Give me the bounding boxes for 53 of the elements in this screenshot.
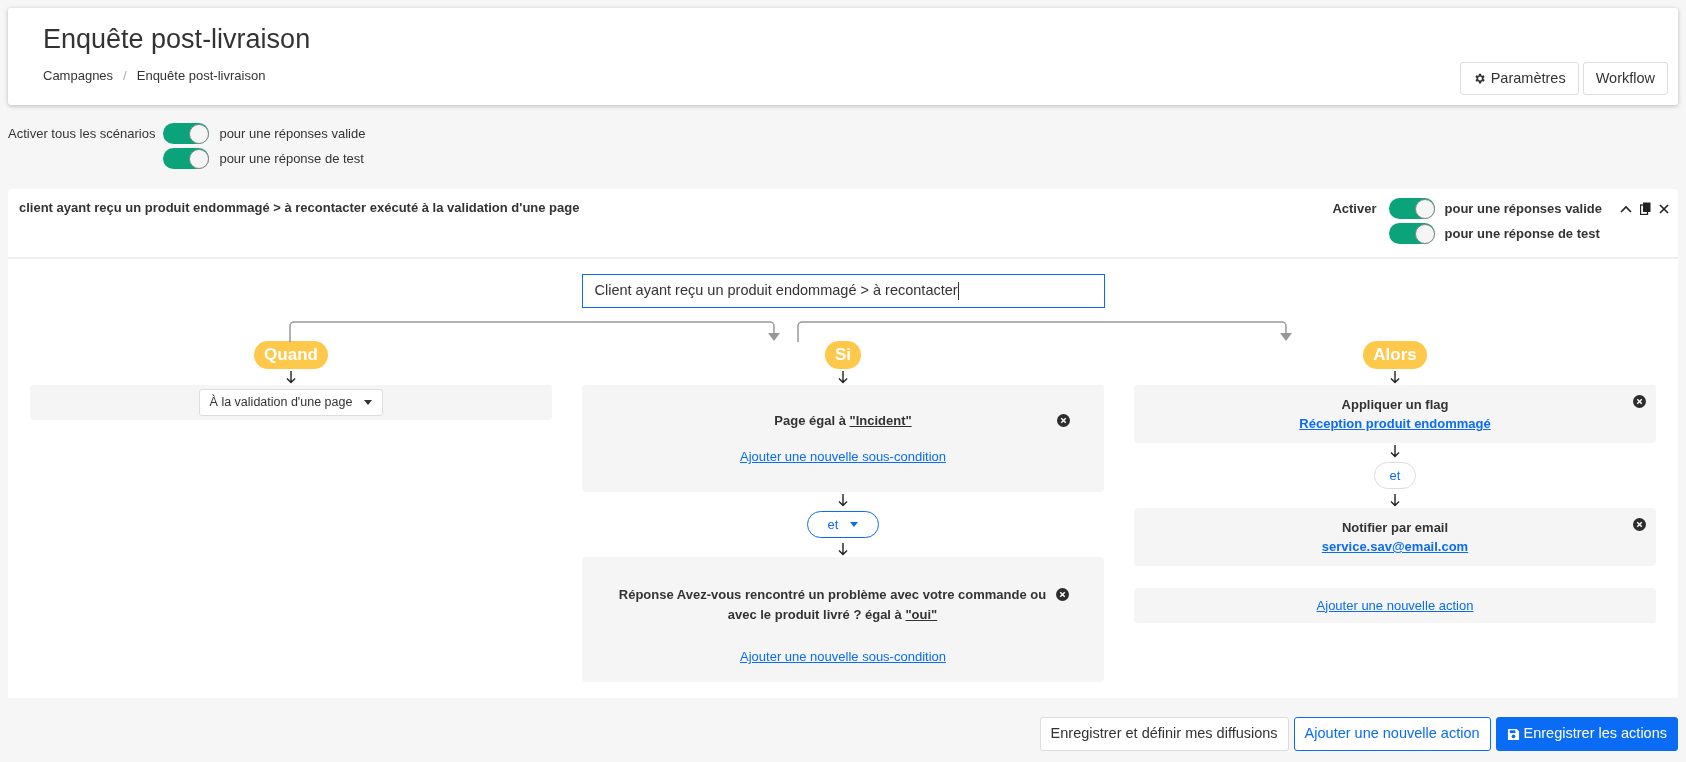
breadcrumb-item: Enquête post-livraison — [136, 66, 266, 85]
action-title: Appliquer un flag — [1341, 395, 1449, 414]
caret-icon — [364, 400, 373, 405]
down-arrow-icon — [1390, 493, 1400, 507]
down-arrow-icon — [1390, 370, 1400, 384]
toggle-switch[interactable] — [1388, 223, 1435, 244]
header-button[interactable]: Paramètres — [1459, 62, 1579, 95]
action-title: Notifier par email — [1341, 518, 1449, 537]
footer-button[interactable]: Enregistrer et définir mes diffusions — [1039, 717, 1289, 751]
condition-text: Page égal à "Incident" — [774, 412, 912, 430]
condition-text: Réponse Avez-vous rencontré un problème avec votre commande ou avec le produit livré ? égal à "oui" — [617, 586, 1048, 624]
scenario-title: client ayant reçu un produit endommagé > à recontacter exécuté à la validation d'une page — [19, 199, 580, 217]
save-icon — [1506, 727, 1520, 741]
remove-icon[interactable] — [1057, 414, 1070, 427]
step-label: Quand — [254, 341, 328, 369]
down-arrow-icon — [838, 370, 848, 384]
trigger-dropdown[interactable]: À la validation d'une page — [198, 389, 384, 416]
action-link[interactable]: Réception produit endommagé — [1299, 414, 1491, 434]
toggle-label: pour une réponses valide — [1444, 199, 1602, 218]
toggle-label: pour une réponses valide — [219, 124, 366, 143]
collapse-caret-icon[interactable] — [1620, 204, 1632, 213]
footer-button[interactable]: Ajouter une nouvelle action — [1293, 717, 1491, 751]
page-title: Enquête post-livraison — [43, 22, 311, 56]
toggle-label: pour une réponse de test — [219, 149, 364, 168]
down-arrow-icon — [838, 493, 848, 507]
toggle-switch[interactable] — [1388, 198, 1435, 219]
add-subcondition-link[interactable]: Ajouter une nouvelle sous-condition — [740, 447, 946, 467]
toggle-label: pour une réponse de test — [1444, 224, 1600, 243]
down-arrow-icon — [838, 542, 848, 556]
action-link[interactable]: service.sav@email.com — [1321, 537, 1469, 557]
remove-icon[interactable] — [1055, 588, 1069, 601]
down-arrow-icon — [286, 370, 296, 384]
caret-icon — [850, 522, 859, 527]
toggle-switch[interactable] — [163, 123, 210, 144]
activate-label: Activer — [1332, 200, 1377, 218]
breadcrumb-item[interactable]: Campagnes — [43, 65, 114, 85]
header-button[interactable]: Workflow — [1582, 62, 1668, 95]
joiner-label: et — [1373, 462, 1417, 489]
scenario-name-field[interactable]: Client ayant reçu un produit endommagé > à recontacter — [581, 274, 1105, 308]
breadcrumb-separator: / — [123, 66, 127, 85]
step-label: Alors — [1363, 341, 1427, 369]
close-icon[interactable] — [1659, 203, 1669, 214]
copy-icon[interactable] — [1640, 202, 1651, 215]
toggle-switch[interactable] — [163, 148, 210, 169]
footer-button[interactable]: Enregistrer les actions — [1495, 717, 1678, 751]
add-action-link[interactable]: Ajouter une nouvelle action — [1316, 595, 1474, 616]
add-subcondition-link[interactable]: Ajouter une nouvelle sous-condition — [740, 647, 946, 667]
down-arrow-icon — [1390, 444, 1400, 458]
remove-icon[interactable] — [1633, 395, 1646, 408]
step-label: Si — [824, 341, 862, 369]
remove-icon[interactable] — [1633, 518, 1646, 531]
toggle-group-label: Activer tous les scénarios — [8, 125, 156, 143]
joiner-dropdown[interactable]: et — [806, 511, 880, 538]
